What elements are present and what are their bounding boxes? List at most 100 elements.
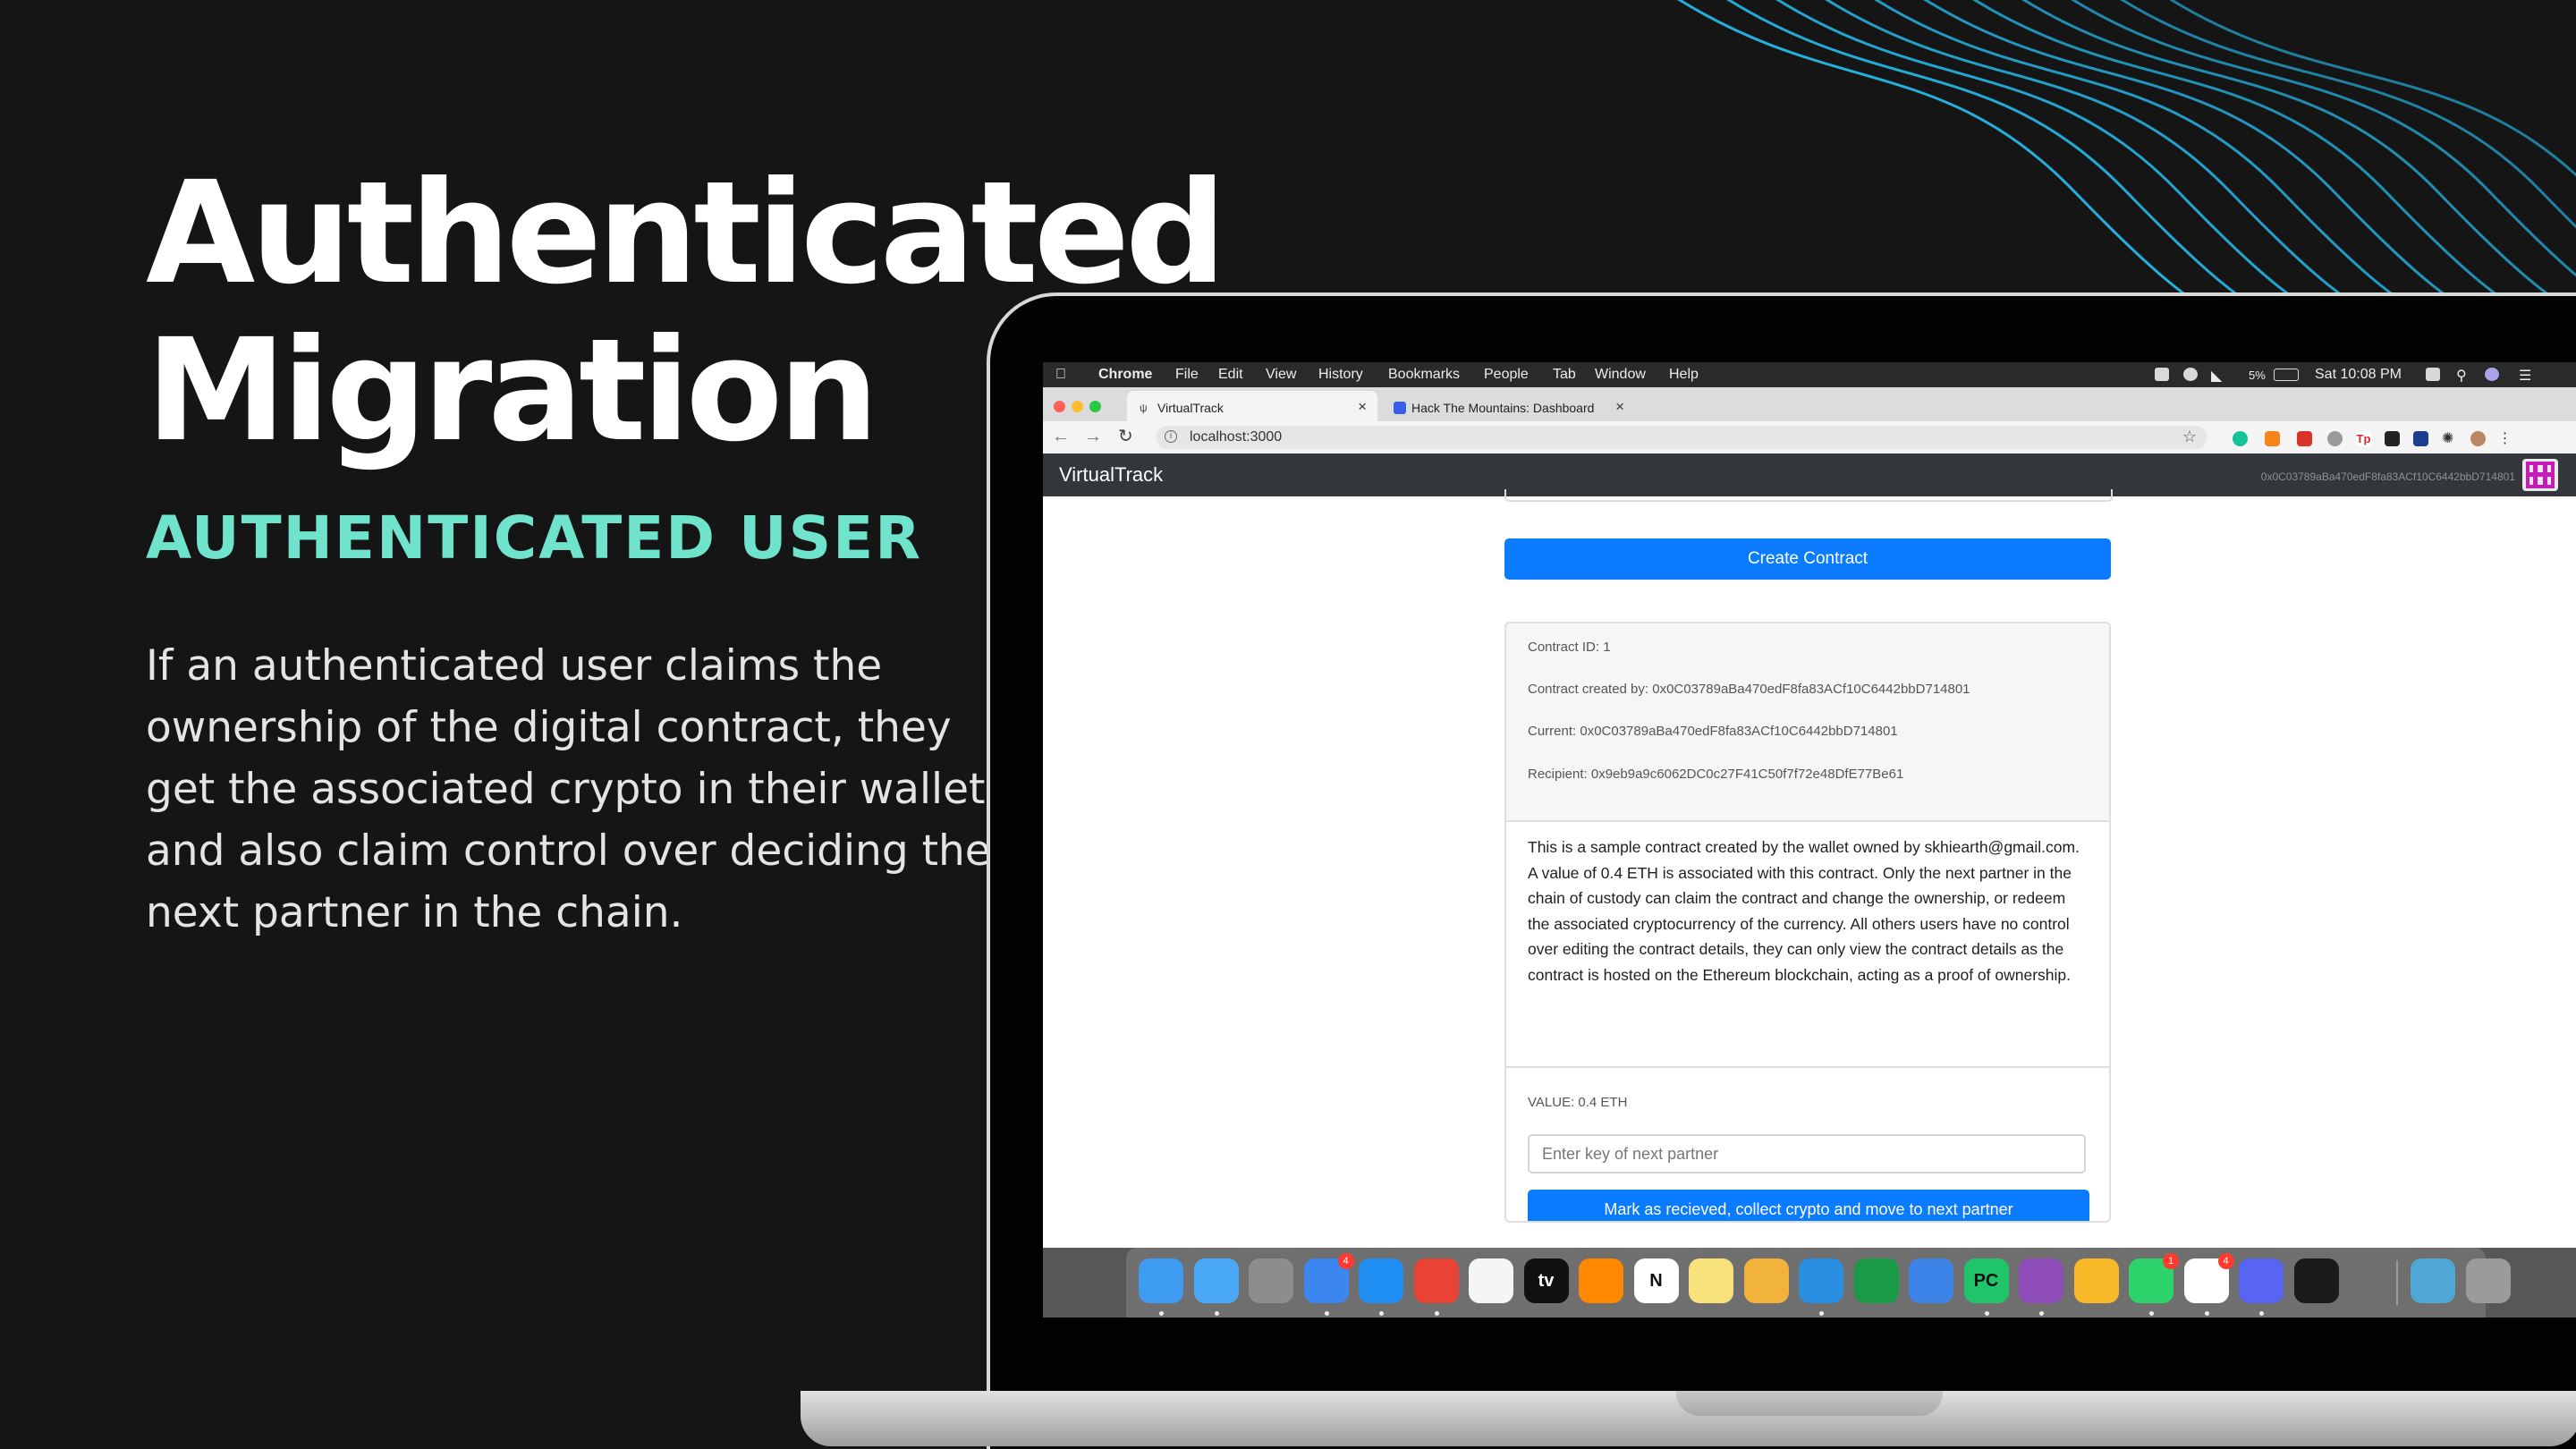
dock-app-whatsapp-icon[interactable]: 1	[2129, 1253, 2179, 1303]
grammarly-extension-icon[interactable]	[2233, 431, 2248, 446]
close-window-icon[interactable]	[1054, 401, 1065, 412]
address-bar[interactable]: i localhost:3000 ☆	[1156, 426, 2207, 449]
extension-gray-icon[interactable]	[2327, 431, 2343, 446]
tray-network-icon[interactable]	[2183, 368, 2198, 381]
minimize-window-icon[interactable]	[1072, 401, 1083, 412]
laptop-screen:  Chrome File Edit View History Bookmark…	[1043, 362, 2576, 1318]
browser-toolbar: ← → ↻ i localhost:3000 ☆ Tp ✺ ⋮	[1043, 421, 2576, 454]
dock-downloads-icon[interactable]	[2411, 1258, 2455, 1303]
tab-close-icon[interactable]: ×	[1615, 398, 1624, 416]
dock-running-indicator	[2259, 1311, 2264, 1316]
app-brand[interactable]: VirtualTrack	[1059, 463, 1163, 487]
metamask-extension-icon[interactable]	[2265, 431, 2280, 446]
page-content: Create Contract Contract ID: 1 Contract …	[1043, 489, 2576, 1318]
menu-file[interactable]: File	[1175, 367, 1199, 383]
menu-window[interactable]: Window	[1595, 367, 1646, 383]
reload-icon[interactable]: ↻	[1118, 428, 1133, 445]
menu-edit[interactable]: Edit	[1218, 367, 1243, 383]
dock-running-indicator	[1984, 1311, 1989, 1316]
menu-tab[interactable]: Tab	[1553, 367, 1576, 383]
apple-icon[interactable]: 	[1055, 367, 1066, 383]
dock-running-indicator	[1324, 1311, 1329, 1316]
dock-app-pycharm-icon[interactable]: PC	[1963, 1258, 2009, 1303]
chrome-menu-icon[interactable]: ⋮	[2497, 431, 2512, 446]
dock-app-sketch-icon[interactable]	[2073, 1258, 2119, 1303]
back-icon[interactable]: ←	[1052, 428, 1070, 445]
tab-title: Hack The Mountains: Dashboard	[1411, 401, 1595, 415]
slide: Authenticated Migration AUTHENTICATED US…	[0, 0, 2576, 1449]
maximize-window-icon[interactable]	[1089, 401, 1101, 412]
menu-people[interactable]: People	[1484, 367, 1529, 383]
menu-clock[interactable]: Sat 10:08 PM	[2315, 367, 2402, 383]
dock-badge: 4	[2217, 1253, 2234, 1269]
mark-received-button[interactable]: Mark as recieved, collect crypto and mov…	[1528, 1190, 2089, 1221]
dock-app-vlc-icon[interactable]	[1579, 1258, 1623, 1303]
tab-title: VirtualTrack	[1157, 401, 1224, 415]
dock-app-testflight-icon[interactable]: 4	[1303, 1253, 1354, 1303]
create-contract-button[interactable]: Create Contract	[1504, 538, 2111, 580]
tab-virtualtrack[interactable]: ψ VirtualTrack ×	[1127, 391, 1377, 421]
menu-history[interactable]: History	[1318, 367, 1363, 383]
contract-description: This is a sample contract created by the…	[1528, 838, 2080, 984]
spotlight-icon[interactable]: ⚲	[2456, 367, 2467, 385]
dock-app-messages-icon[interactable]	[1193, 1258, 1239, 1303]
slide-subtitle: AUTHENTICATED USER	[146, 504, 923, 572]
contract-card-header: Contract ID: 1 Contract created by: 0x0C…	[1506, 623, 2109, 822]
extension-red-icon[interactable]	[2297, 431, 2312, 446]
forward-icon[interactable]: →	[1084, 428, 1102, 445]
menu-view[interactable]: View	[1266, 367, 1296, 383]
dock-app-safari-icon[interactable]	[1359, 1258, 1403, 1303]
menu-app-name[interactable]: Chrome	[1098, 367, 1152, 383]
dock-app-chrome-icon[interactable]	[1413, 1258, 1459, 1303]
profile-avatar-icon[interactable]	[2470, 431, 2486, 446]
extension-blue-icon[interactable]	[2413, 431, 2428, 446]
url-text[interactable]: localhost:3000	[1190, 429, 1282, 445]
dock-badge: 4	[1337, 1253, 1354, 1269]
menu-bookmarks[interactable]: Bookmarks	[1388, 367, 1460, 383]
battery-percent: 5%	[2249, 369, 2266, 382]
site-info-icon[interactable]: i	[1165, 430, 1177, 443]
input-source-icon[interactable]	[2426, 368, 2440, 381]
battery-icon[interactable]	[2274, 369, 2299, 381]
tab-strip: ψ VirtualTrack × Hack The Mountains: Das…	[1043, 387, 2576, 440]
tab-hack-the-mountains[interactable]: Hack The Mountains: Dashboard ×	[1381, 391, 1635, 421]
card-divider	[1506, 1066, 2109, 1068]
wifi-icon[interactable]: ◣	[2211, 367, 2222, 385]
dock-app-finder-icon[interactable]	[1139, 1258, 1183, 1303]
dock-running-indicator	[1214, 1311, 1219, 1316]
mac-menu-bar:  Chrome File Edit View History Bookmark…	[1043, 362, 2576, 387]
tray-app-icon[interactable]	[2155, 368, 2169, 381]
dock-running-indicator	[1379, 1311, 1384, 1316]
dock-app-github-desktop-icon[interactable]	[2019, 1258, 2063, 1303]
dock-app-notion-icon[interactable]: N	[1633, 1258, 1679, 1303]
extensions-puzzle-icon[interactable]: ✺	[2442, 431, 2457, 446]
dock-app-pages-icon[interactable]	[1743, 1258, 1789, 1303]
dock-app-launchpad-icon[interactable]	[1249, 1258, 1293, 1303]
slide-title-line2: Migration	[146, 309, 879, 473]
identicon-avatar	[2522, 459, 2558, 491]
bookmark-star-icon[interactable]: ☆	[2182, 428, 2197, 446]
contract-current: Current: 0x0C03789aBa470edF8fa83ACf10C64…	[1528, 724, 1898, 739]
dock-app-slack-icon[interactable]: 4	[2183, 1253, 2234, 1303]
dock-app-xcode-icon[interactable]	[1909, 1258, 1953, 1303]
dock-app-music-icon[interactable]	[1469, 1258, 1513, 1303]
contract-value: VALUE: 0.4 ETH	[1528, 1095, 1628, 1110]
previous-input-field[interactable]	[1504, 489, 2113, 502]
dock-app-label: PC	[1973, 1271, 1999, 1291]
next-partner-key-input[interactable]	[1528, 1134, 2086, 1174]
dock-trash-icon[interactable]	[2466, 1258, 2511, 1303]
dock-app-git-client-icon[interactable]	[1853, 1258, 1899, 1303]
user-icon[interactable]	[2485, 368, 2499, 381]
control-center-icon[interactable]: ☰	[2519, 367, 2531, 385]
dock-app-notes-icon[interactable]	[1689, 1258, 1733, 1303]
dock-app-vs-code-icon[interactable]	[1799, 1258, 1843, 1303]
menu-help[interactable]: Help	[1669, 367, 1699, 383]
dock-app-apple-tv-icon[interactable]: tv	[1523, 1258, 1569, 1303]
tp-extension-icon[interactable]: Tp	[2356, 431, 2371, 446]
dock-app-terminal-icon[interactable]	[2293, 1258, 2339, 1303]
dock-running-indicator	[1819, 1311, 1824, 1316]
dock-app-discord-icon[interactable]	[2239, 1258, 2284, 1303]
notion-extension-icon[interactable]	[2385, 431, 2400, 446]
slide-title-line1: Authenticated	[146, 151, 1226, 316]
tab-close-icon[interactable]: ×	[1358, 398, 1367, 416]
